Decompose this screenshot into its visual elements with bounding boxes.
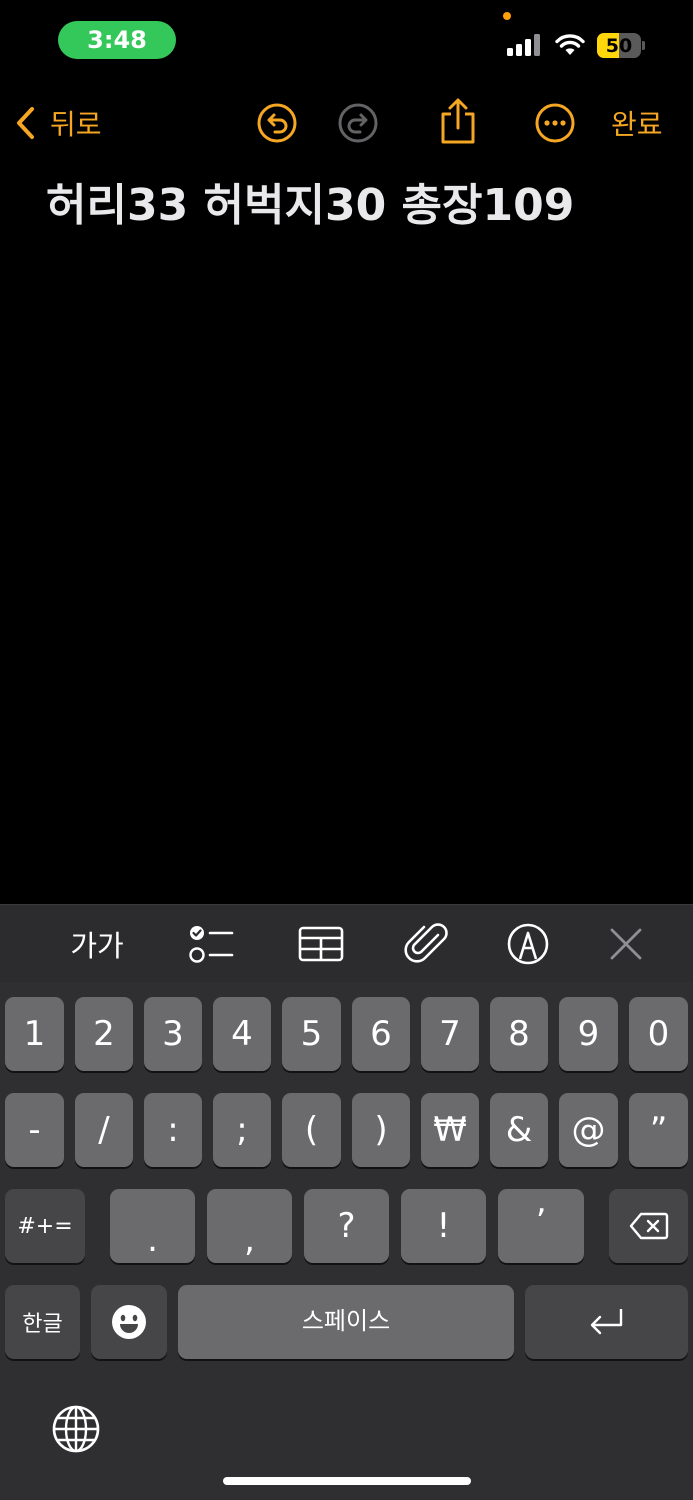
format-button[interactable]: 가가 [66, 921, 128, 967]
key-quote[interactable]: ” [629, 1093, 688, 1167]
done-button[interactable]: 완료 [611, 100, 663, 146]
key-slash[interactable]: / [75, 1093, 133, 1167]
delete-key[interactable] [609, 1189, 688, 1263]
space-key-label: 스페이스 [301, 1306, 391, 1335]
attachment-icon[interactable] [404, 921, 450, 967]
share-icon[interactable] [435, 96, 481, 146]
emoji-icon [112, 1305, 146, 1339]
close-icon[interactable] [606, 921, 646, 967]
key-at[interactable]: @ [559, 1093, 618, 1167]
globe-icon[interactable] [50, 1403, 102, 1455]
key-question[interactable]: ? [304, 1189, 389, 1263]
key-apostrophe-label: ’ [535, 1202, 547, 1242]
key-close-paren[interactable]: ) [352, 1093, 410, 1167]
key-ampersand[interactable]: & [490, 1093, 548, 1167]
keyboard-toolbar: 가가 [0, 904, 693, 982]
key-hyphen[interactable]: - [5, 1093, 64, 1167]
key-8[interactable]: 8 [490, 997, 548, 1071]
more-icon[interactable] [533, 101, 577, 145]
battery-cap [642, 41, 645, 50]
key-semicolon[interactable]: ; [213, 1093, 271, 1167]
key-7[interactable]: 7 [421, 997, 479, 1071]
key-period-label: . [147, 1220, 158, 1260]
korean-keyboard-key[interactable]: 한글 [5, 1285, 80, 1359]
key-apostrophe[interactable]: ’ [498, 1189, 584, 1263]
back-button[interactable]: 뒤로 [12, 100, 102, 146]
key-3[interactable]: 3 [144, 997, 202, 1071]
key-0[interactable]: 0 [629, 997, 688, 1071]
checklist-icon[interactable] [188, 921, 234, 967]
cellular-signal-icon [507, 34, 543, 56]
keyboard-area: 가가 1 2 3 4 5 6 7 8 9 0 - /: ; () ₩ & @… [0, 904, 693, 1500]
status-time: 3:48 [58, 21, 176, 59]
key-1[interactable]: 1 [5, 997, 64, 1071]
key-won[interactable]: ₩ [421, 1093, 479, 1167]
space-key[interactable]: 스페이스 [178, 1285, 514, 1359]
key-exclamation[interactable]: ! [401, 1189, 486, 1263]
chevron-left-icon [17, 107, 34, 139]
key-colon[interactable]: : [144, 1093, 202, 1167]
return-icon [590, 1309, 622, 1335]
key-comma-label: , [244, 1220, 255, 1260]
markup-icon[interactable] [505, 921, 551, 967]
redo-icon[interactable] [336, 101, 380, 145]
key-open-paren[interactable]: ( [282, 1093, 341, 1167]
key-5[interactable]: 5 [282, 997, 341, 1071]
wifi-icon [555, 34, 585, 55]
privacy-indicator-dot [503, 12, 511, 20]
battery-icon: 50 [597, 33, 641, 58]
battery-percent: 50 [605, 34, 633, 57]
key-4[interactable]: 4 [213, 997, 271, 1071]
note-text[interactable]: 허리33 허벅지30 총장109 [46, 178, 666, 234]
key-9[interactable]: 9 [559, 997, 618, 1071]
home-indicator[interactable] [223, 1477, 471, 1485]
key-more-symbols[interactable]: #+= [5, 1189, 85, 1263]
return-key[interactable] [525, 1285, 688, 1359]
key-period[interactable]: . [110, 1189, 195, 1263]
table-icon[interactable] [297, 921, 345, 967]
undo-icon[interactable] [255, 101, 299, 145]
key-6[interactable]: 6 [352, 997, 410, 1071]
back-label: 뒤로 [50, 108, 102, 141]
emoji-key[interactable] [91, 1285, 167, 1359]
key-2[interactable]: 2 [75, 997, 133, 1071]
delete-icon [629, 1212, 668, 1240]
keyboard-keys: 1 2 3 4 5 6 7 8 9 0 - / : ; ( ) ₩ & @ ” … [0, 982, 693, 1500]
key-comma[interactable]: , [207, 1189, 292, 1263]
